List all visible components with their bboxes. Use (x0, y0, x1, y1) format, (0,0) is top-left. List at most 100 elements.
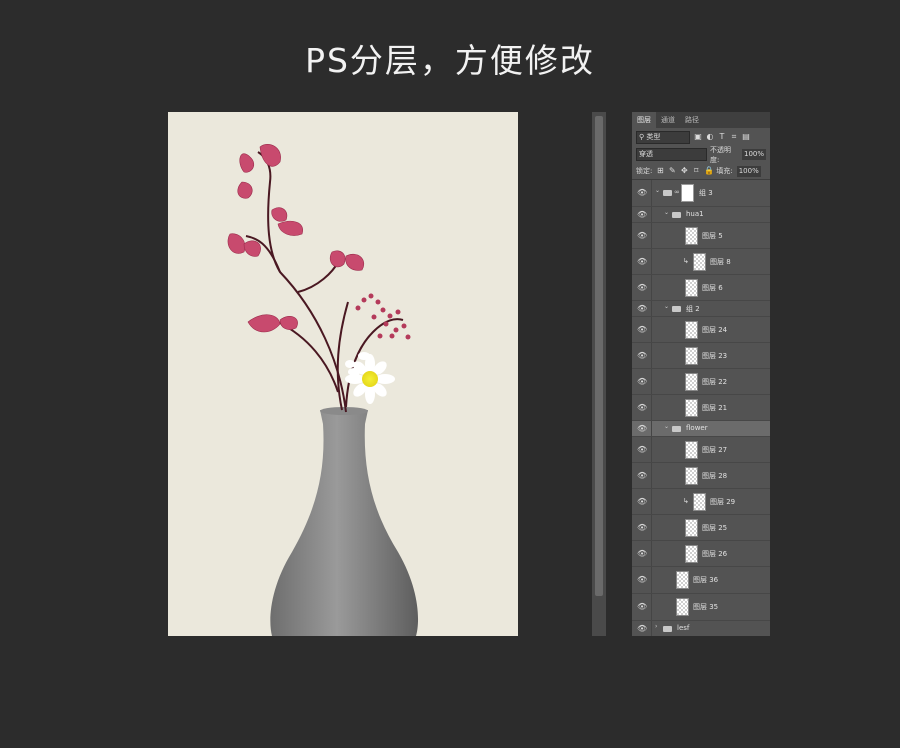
folder-icon (672, 211, 681, 218)
blend-mode-select[interactable]: 穿透 (636, 148, 707, 161)
type-filter-icon[interactable]: T (718, 133, 726, 141)
layer-thumbnail[interactable] (676, 571, 689, 589)
layer-thumbnail[interactable] (685, 278, 698, 297)
layer-thumbnail[interactable] (685, 466, 698, 485)
layer-thumbnail[interactable] (693, 492, 706, 511)
visibility-eye-icon[interactable]: 👁 (637, 377, 647, 386)
opacity-label: 不透明度: (709, 145, 731, 164)
visibility-eye-icon[interactable]: 👁 (637, 497, 647, 506)
vase (270, 410, 419, 636)
chevron-down-icon[interactable]: ⌄ (664, 303, 669, 310)
layer-row[interactable]: 👁 图层 27 (632, 437, 770, 463)
layer-group-row[interactable]: 👁 › lesf (632, 621, 770, 636)
layer-thumbnail[interactable] (685, 226, 698, 245)
layer-name: 图层 27 (702, 445, 728, 454)
layer-group-row[interactable]: 👁 ⌄ flower (632, 421, 770, 437)
lock-all-icon[interactable]: 🔒 (704, 167, 714, 175)
shape-filter-icon[interactable]: ⌗ (730, 133, 738, 141)
filter-kind-select[interactable]: ⚲ 类型 (636, 130, 690, 144)
layer-mask-thumbnail[interactable] (681, 184, 694, 202)
layer-row[interactable]: 👁 ⌄ ∞ 组 3 (632, 180, 770, 207)
layer-thumbnail[interactable] (685, 372, 698, 391)
visibility-eye-icon[interactable]: 👁 (637, 283, 647, 292)
layer-row[interactable]: 👁 图层 22 (632, 369, 770, 395)
visibility-eye-icon[interactable]: 👁 (637, 575, 647, 584)
layer-thumbnail[interactable] (685, 398, 698, 417)
layer-row[interactable]: 👁 ↳ 图层 29 (632, 489, 770, 515)
row-divider (651, 275, 652, 300)
opacity-input[interactable]: 100% (741, 149, 766, 160)
visibility-eye-icon[interactable]: 👁 (637, 231, 647, 240)
lock-label: 锁定: (636, 167, 653, 175)
chevron-down-icon[interactable]: ⌄ (664, 423, 669, 430)
chevron-down-icon[interactable]: ⌄ (664, 209, 669, 216)
layer-row[interactable]: 👁 ↳ 图层 8 (632, 249, 770, 275)
tab-paths[interactable]: 路径 (680, 112, 704, 128)
layer-thumbnail[interactable] (685, 320, 698, 339)
visibility-eye-icon[interactable]: 👁 (637, 304, 647, 313)
layer-row[interactable]: 👁 图层 23 (632, 343, 770, 369)
visibility-eye-icon[interactable]: 👁 (637, 624, 647, 633)
visibility-eye-icon[interactable]: 👁 (637, 351, 647, 360)
layer-thumbnail[interactable] (685, 440, 698, 459)
row-divider (651, 421, 652, 436)
folder-icon (672, 305, 681, 312)
tab-layers[interactable]: 图层 (632, 112, 656, 128)
layer-thumbnail[interactable] (676, 598, 689, 616)
smart-object-filter-icon[interactable]: ▤ (742, 133, 750, 141)
row-divider (651, 301, 652, 316)
clipping-mask-icon: ↳ (683, 256, 689, 265)
image-filter-icon[interactable]: ▣ (694, 133, 702, 141)
lock-transparency-icon[interactable]: ⊞ (656, 167, 664, 175)
layer-row[interactable]: 👁 图层 28 (632, 463, 770, 489)
berries (355, 293, 411, 340)
lock-artboard-icon[interactable]: ⌑ (692, 167, 700, 175)
layer-name: 组 2 (686, 304, 700, 313)
visibility-eye-icon[interactable]: 👁 (637, 325, 647, 334)
lock-paint-icon[interactable]: ✎ (668, 167, 676, 175)
link-icon[interactable]: ∞ (674, 188, 680, 196)
layer-row[interactable]: 👁 图层 26 (632, 541, 770, 567)
layer-row[interactable]: 👁 图层 36 (632, 567, 770, 594)
lock-position-icon[interactable]: ✥ (680, 167, 688, 175)
adjustment-filter-icon[interactable]: ◐ (706, 133, 714, 141)
row-divider (651, 463, 652, 488)
row-divider (651, 621, 652, 636)
artwork-illustration (227, 143, 419, 636)
layer-row[interactable]: 👁 图层 25 (632, 515, 770, 541)
fill-input[interactable]: 100% (736, 165, 761, 177)
visibility-eye-icon[interactable]: 👁 (637, 257, 647, 266)
chevron-down-icon[interactable]: ⌄ (655, 187, 660, 194)
layer-thumbnail[interactable] (693, 252, 706, 271)
layer-name: 图层 36 (693, 576, 719, 584)
fill-label: 填充: (716, 167, 733, 175)
layer-row[interactable]: 👁 图层 5 (632, 223, 770, 249)
layer-group-row[interactable]: 👁 ⌄ hua1 (632, 207, 770, 223)
layer-row[interactable]: 👁 图层 21 (632, 395, 770, 421)
layer-thumbnail[interactable] (685, 346, 698, 365)
layer-row[interactable]: 👁 图层 6 (632, 275, 770, 301)
visibility-eye-icon[interactable]: 👁 (637, 424, 647, 433)
canvas-scrollbar[interactable] (592, 112, 606, 636)
layer-row[interactable]: 👁 图层 24 (632, 317, 770, 343)
layer-row[interactable]: 👁 图层 35 (632, 594, 770, 621)
visibility-eye-icon[interactable]: 👁 (637, 471, 647, 480)
artwork-canvas[interactable] (168, 112, 518, 636)
visibility-eye-icon[interactable]: 👁 (637, 523, 647, 532)
visibility-eye-icon[interactable]: 👁 (637, 188, 647, 197)
layer-name: flower (686, 423, 708, 432)
visibility-eye-icon[interactable]: 👁 (637, 549, 647, 558)
search-icon: ⚲ (639, 132, 645, 141)
layer-group-row[interactable]: 👁 ⌄ 组 2 (632, 301, 770, 317)
chevron-right-icon[interactable]: › (655, 623, 657, 630)
visibility-eye-icon[interactable]: 👁 (637, 210, 647, 219)
layer-list: 👁 ⌄ ∞ 组 3 👁 ⌄ hua1 👁 图层 5 👁 ↳ 图层 8 👁 图层 6 👁 ⌄ 组 2 👁 图层 24 👁… (632, 180, 770, 636)
scrollbar-thumb[interactable] (595, 116, 603, 596)
layer-name: 图层 23 (702, 351, 728, 360)
visibility-eye-icon[interactable]: 👁 (637, 403, 647, 412)
layer-thumbnail[interactable] (685, 544, 698, 563)
visibility-eye-icon[interactable]: 👁 (637, 445, 647, 454)
visibility-eye-icon[interactable]: 👁 (637, 602, 647, 611)
tab-channels[interactable]: 通道 (656, 112, 680, 128)
layer-thumbnail[interactable] (685, 518, 698, 537)
